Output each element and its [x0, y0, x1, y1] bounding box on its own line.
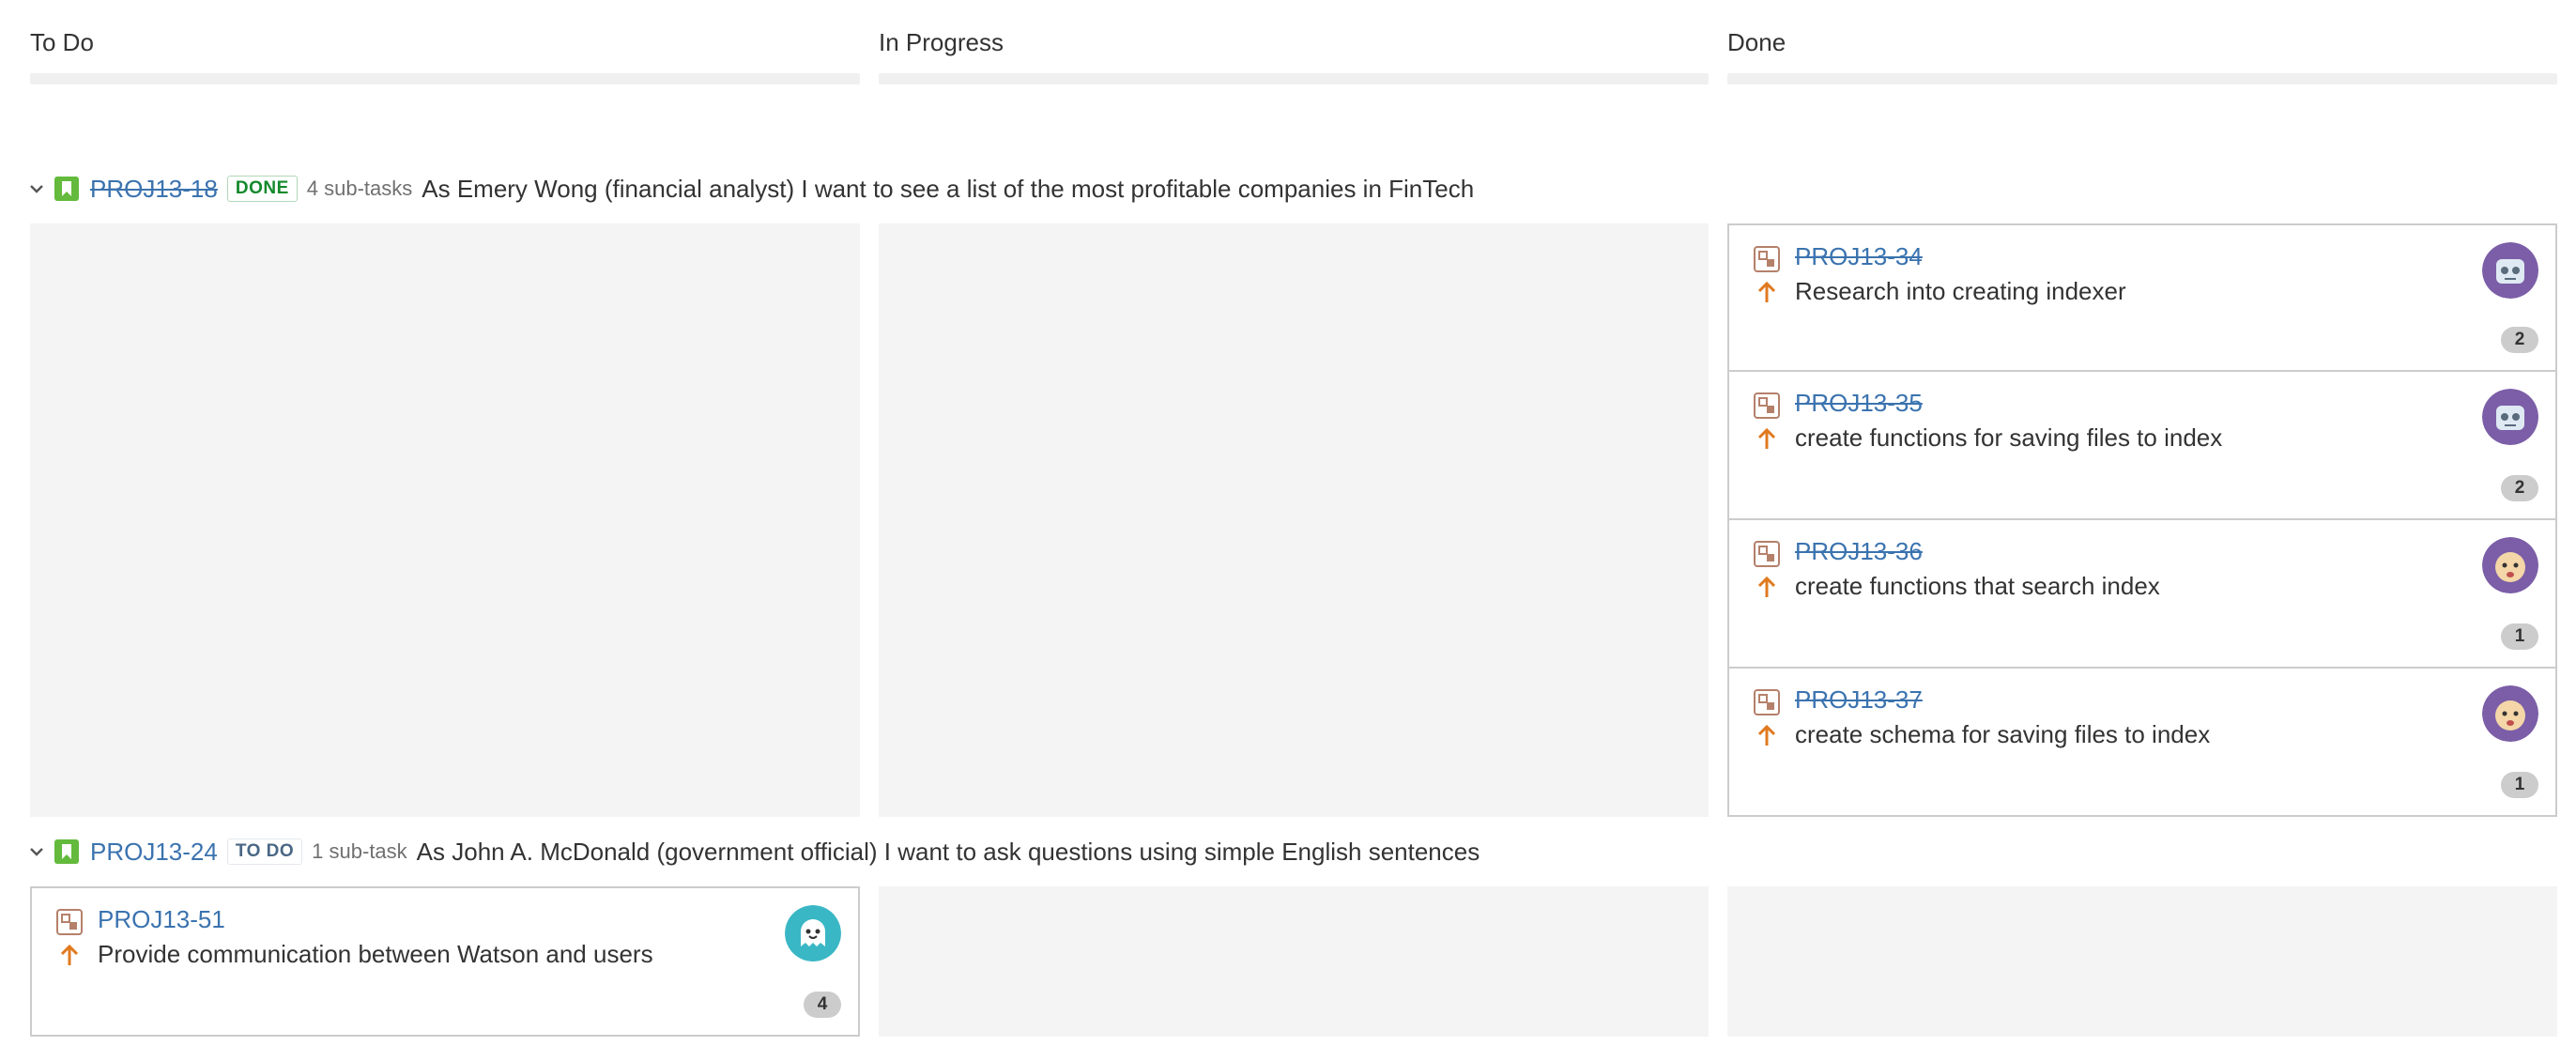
cell-proj13-24-todo: PROJ13-51 Provide communication between … — [30, 886, 860, 1037]
story-icon — [54, 177, 79, 201]
robot-avatar[interactable] — [2482, 389, 2538, 445]
card-proj13-34[interactable]: PROJ13-34 Research into creating indexer… — [1727, 223, 2557, 372]
card-issue-key[interactable]: PROJ13-37 — [1795, 685, 1923, 715]
subtask-icon — [56, 909, 83, 935]
arrow-up-icon — [1757, 427, 1776, 449]
card-proj13-35[interactable]: PROJ13-35 create functions for saving fi… — [1727, 372, 2557, 520]
column-header-todo: To Do — [30, 28, 94, 56]
card-proj13-51[interactable]: PROJ13-51 Provide communication between … — [30, 886, 860, 1037]
card-summary: create schema for saving files to index — [1795, 720, 2211, 748]
card-issue-key[interactable]: PROJ13-51 — [98, 905, 225, 934]
column-bar-in-progress — [879, 73, 1709, 85]
estimate-badge: 1 — [2501, 772, 2538, 798]
swimlane-summary: As John A. McDonald (government official… — [416, 837, 1480, 866]
chevron-down-icon[interactable] — [26, 841, 47, 862]
subtask-count: 4 sub-tasks — [306, 177, 413, 200]
arrow-up-icon — [60, 944, 79, 965]
column-header-in-progress: In Progress — [879, 28, 1004, 56]
column-bar-done — [1727, 73, 2557, 85]
swimlane-summary: As Emery Wong (financial analyst) I want… — [422, 174, 1475, 203]
estimate-badge: 2 — [2501, 327, 2538, 353]
column-bar-todo — [30, 73, 860, 85]
card-summary: create functions that search index — [1795, 572, 2160, 600]
face-avatar[interactable] — [2482, 685, 2538, 742]
subtask-count: 1 sub-task — [312, 839, 407, 863]
swimlane-header-proj13-18[interactable]: PROJ13-18 DONE 4 sub-tasks As Emery Wong… — [26, 168, 1474, 209]
swimlane-header-proj13-24[interactable]: PROJ13-24 TO DO 1 sub-task As John A. Mc… — [26, 831, 1480, 872]
estimate-badge: 4 — [804, 992, 841, 1018]
card-summary: create functions for saving files to ind… — [1795, 423, 2223, 452]
subtask-icon — [1754, 392, 1780, 419]
card-proj13-37[interactable]: PROJ13-37 create schema for saving files… — [1727, 669, 2557, 817]
face-avatar[interactable] — [2482, 537, 2538, 593]
cell-proj13-18-in-progress — [879, 223, 1709, 817]
robot-avatar[interactable] — [2482, 242, 2538, 299]
estimate-badge: 1 — [2501, 623, 2538, 650]
card-issue-key[interactable]: PROJ13-36 — [1795, 537, 1923, 566]
status-badge: DONE — [226, 176, 298, 202]
cell-proj13-24-done — [1727, 886, 2557, 1037]
cell-proj13-24-in-progress — [879, 886, 1709, 1037]
card-summary: Provide communication between Watson and… — [98, 940, 653, 968]
arrow-up-icon — [1757, 724, 1776, 746]
card-proj13-36[interactable]: PROJ13-36 create functions that search i… — [1727, 520, 2557, 669]
subtask-icon — [1754, 541, 1780, 567]
cell-proj13-18-todo — [30, 223, 860, 817]
estimate-badge: 2 — [2501, 475, 2538, 501]
arrow-up-icon — [1757, 281, 1776, 302]
ghost-avatar[interactable] — [785, 905, 841, 961]
story-icon — [54, 839, 79, 864]
arrow-up-icon — [1757, 576, 1776, 597]
status-badge: TO DO — [226, 838, 303, 865]
subtask-icon — [1754, 689, 1780, 715]
card-summary: Research into creating indexer — [1795, 277, 2126, 305]
cell-proj13-18-done: PROJ13-34 Research into creating indexer… — [1727, 223, 2557, 817]
column-header-done: Done — [1727, 28, 1786, 56]
card-issue-key[interactable]: PROJ13-35 — [1795, 389, 1923, 418]
chevron-down-icon[interactable] — [26, 178, 47, 199]
subtask-icon — [1754, 246, 1780, 272]
swimlane-issue-key[interactable]: PROJ13-24 — [90, 838, 218, 867]
card-issue-key[interactable]: PROJ13-34 — [1795, 242, 1923, 271]
swimlane-issue-key[interactable]: PROJ13-18 — [90, 175, 218, 204]
